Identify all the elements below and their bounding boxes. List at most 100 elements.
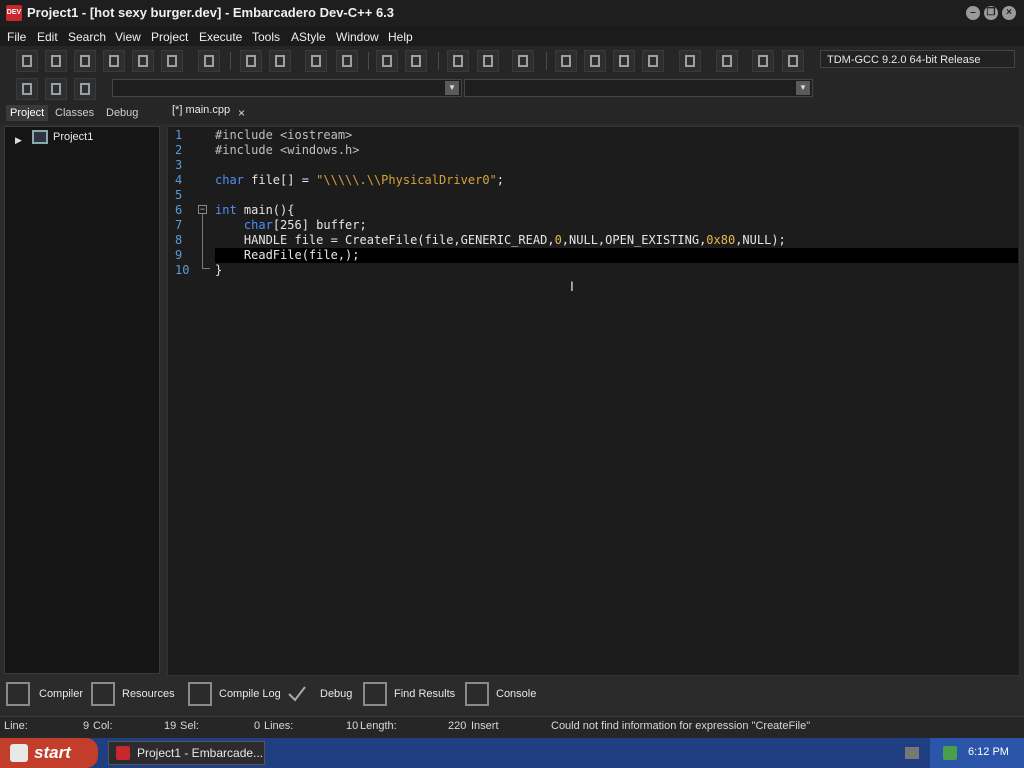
code-line-1: #include <iostream> (215, 128, 353, 142)
find-icon[interactable] (240, 50, 262, 72)
code-line-10: } (215, 263, 223, 277)
find-results-icon[interactable] (363, 682, 387, 706)
save-icon[interactable] (74, 50, 96, 72)
menu-view[interactable]: View (115, 30, 141, 44)
tab-console[interactable]: Console (496, 688, 536, 700)
status-line-value: 9 (83, 720, 90, 732)
class-combo[interactable]: ▼ (112, 79, 462, 97)
run-icon[interactable] (584, 50, 606, 72)
menu-project[interactable]: Project (151, 30, 188, 44)
rebuild-icon[interactable] (642, 50, 664, 72)
new-project-icon[interactable] (447, 50, 469, 72)
resources-icon[interactable] (91, 682, 115, 706)
open-file-icon[interactable] (45, 50, 67, 72)
tab-main-cpp[interactable]: [*] main.cpp (172, 104, 230, 122)
line-number: 9 (175, 248, 183, 262)
chevron-down-icon[interactable]: ▼ (445, 81, 459, 95)
devcpp-task-icon (116, 746, 130, 760)
profile-icon[interactable] (752, 50, 774, 72)
clean-icon[interactable] (716, 50, 738, 72)
compiler-icon[interactable] (6, 682, 30, 706)
editor-tabs (165, 102, 1024, 124)
syntax-check-icon[interactable] (679, 50, 701, 72)
insert-icon[interactable] (16, 78, 38, 100)
restore-button[interactable]: ❐ (984, 6, 998, 20)
menu-tools[interactable]: Tools (252, 30, 280, 44)
menu-edit[interactable]: Edit (37, 30, 58, 44)
project-options-icon[interactable] (477, 50, 499, 72)
left-panel-tabs: Project Classes Debug (0, 102, 165, 124)
code-editor[interactable] (167, 126, 1020, 676)
tab-project[interactable]: Project (6, 105, 49, 121)
status-line-label: Line: (4, 720, 28, 732)
tab-debug-bottom[interactable]: Debug (320, 688, 352, 700)
menu-bar: File Edit Search View Project Execute To… (0, 26, 1024, 46)
status-lines-label: Lines: (264, 720, 294, 732)
compile-run-icon[interactable] (613, 50, 635, 72)
windows-logo-icon (10, 744, 28, 762)
split-editor-icon[interactable] (336, 50, 358, 72)
compile-icon[interactable] (555, 50, 577, 72)
minimize-button[interactable]: – (966, 6, 980, 20)
tab-resources[interactable]: Resources (122, 688, 175, 700)
taskbar-item-devcpp[interactable]: Project1 - Embarcade... (108, 741, 265, 765)
line-number: 7 (175, 218, 183, 232)
status-sel-value: 0 (254, 720, 261, 732)
tab-find-results[interactable]: Find Results (394, 688, 455, 700)
tree-item-project1[interactable]: Project1 (53, 131, 93, 143)
app-icon: DEV (6, 5, 22, 21)
compiler-select[interactable]: TDM-GCC 9.2.0 64-bit Release (820, 50, 1015, 68)
tab-debug[interactable]: Debug (102, 105, 142, 121)
compile-log-icon[interactable] (188, 682, 212, 706)
tab-classes[interactable]: Classes (51, 105, 98, 121)
close-icon[interactable]: × (238, 106, 245, 120)
menu-help[interactable]: Help (388, 30, 413, 44)
goto-bookmark-icon[interactable] (74, 78, 96, 100)
toggle-comment-icon[interactable] (305, 50, 327, 72)
delete-profile-icon[interactable] (782, 50, 804, 72)
line-number: 3 (175, 158, 183, 172)
redo-icon[interactable] (405, 50, 427, 72)
toolbar-separator (546, 52, 547, 70)
status-col-label: Col: (93, 720, 113, 732)
bookmark-icon[interactable] (45, 78, 67, 100)
menu-astyle[interactable]: AStyle (291, 30, 326, 44)
console-icon[interactable] (465, 682, 489, 706)
line-number: 6 (175, 203, 183, 217)
code-line-9: ReadFile(file,); (215, 248, 360, 262)
menu-file[interactable]: File (7, 30, 26, 44)
chevron-down-icon[interactable]: ▼ (796, 81, 810, 95)
print-icon[interactable] (198, 50, 220, 72)
close-file-icon[interactable] (132, 50, 154, 72)
checkmark-icon[interactable] (286, 682, 310, 706)
menu-search[interactable]: Search (68, 30, 106, 44)
status-length-value: 220 (448, 720, 467, 732)
status-col-value: 19 (164, 720, 177, 732)
line-number: 10 (175, 263, 190, 277)
network-icon[interactable] (943, 746, 957, 760)
tab-compile-log[interactable]: Compile Log (219, 688, 281, 700)
code-line-6: int main(){ (215, 203, 295, 217)
member-combo[interactable]: ▼ (464, 79, 813, 97)
window-title: Project1 - [hot sexy burger.dev] - Embar… (27, 5, 395, 20)
code-line-2: #include <windows.h> (215, 143, 360, 157)
replace-icon[interactable] (269, 50, 291, 72)
menu-window[interactable]: Window (336, 30, 379, 44)
code-line-7: char[256] buffer; (243, 218, 367, 232)
goto-line-icon[interactable] (512, 50, 534, 72)
clock[interactable]: 6:12 PM (968, 746, 1009, 758)
project-tree (4, 126, 160, 674)
status-lines-value: 10 (346, 720, 359, 732)
code-line-4: char file[] = "\\\\\.\\PhysicalDriver0"; (215, 173, 505, 187)
new-file-icon[interactable] (16, 50, 38, 72)
menu-execute[interactable]: Execute (199, 30, 242, 44)
close-button[interactable]: × (1002, 6, 1016, 20)
save-all-icon[interactable] (103, 50, 125, 72)
close-all-icon[interactable] (161, 50, 183, 72)
keyboard-icon[interactable] (905, 747, 919, 759)
status-sel-label: Sel: (180, 720, 199, 732)
tab-compiler[interactable]: Compiler (39, 688, 83, 700)
undo-icon[interactable] (376, 50, 398, 72)
tree-expand-icon[interactable]: ▶ (15, 135, 22, 146)
fold-toggle-icon[interactable]: − (198, 205, 207, 214)
